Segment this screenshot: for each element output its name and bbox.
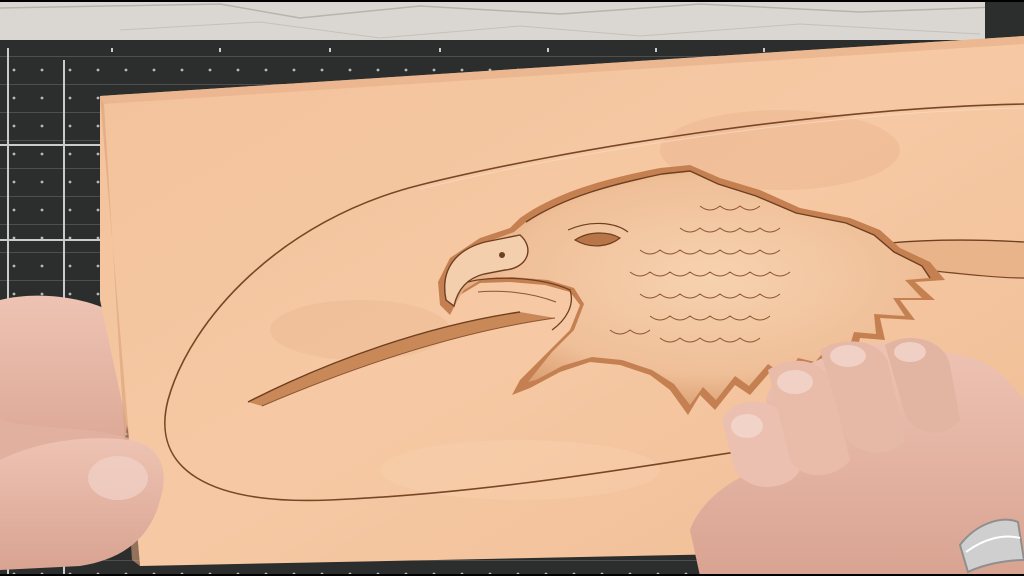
tabletop	[0, 0, 1024, 48]
scene-canvas	[0, 0, 1024, 576]
photo-scene	[0, 0, 1024, 576]
